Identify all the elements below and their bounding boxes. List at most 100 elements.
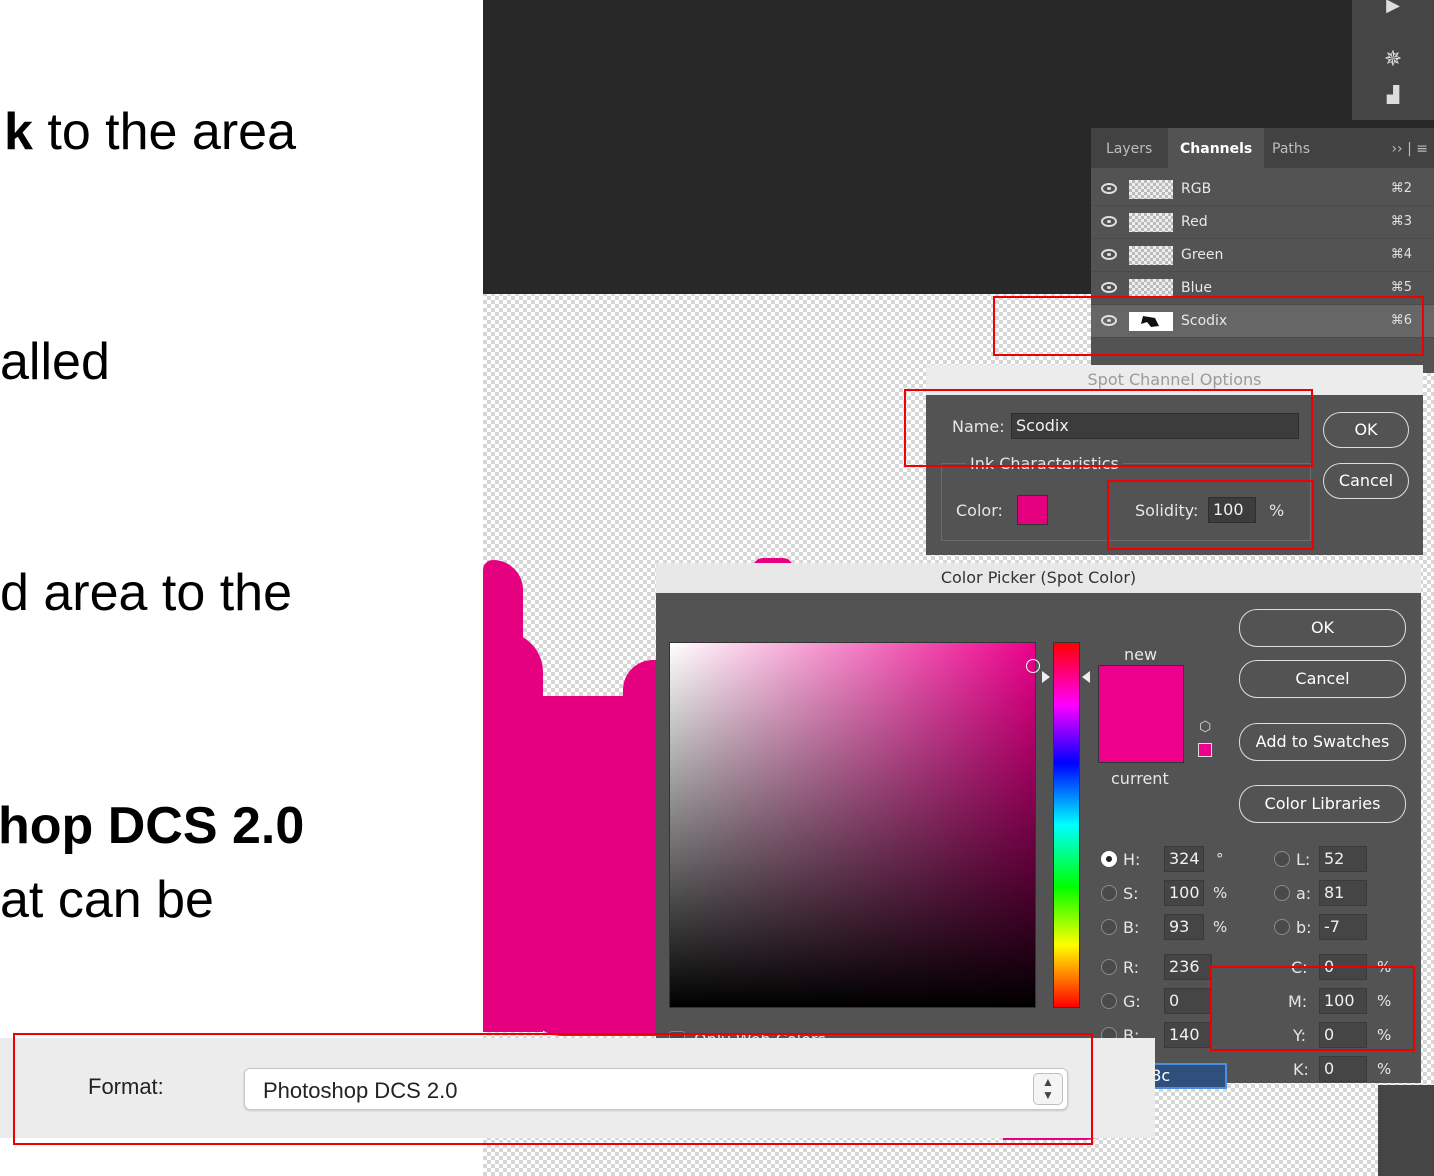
play-icon[interactable]: ▶ [1378, 0, 1408, 14]
channel-row-blue[interactable]: Blue ⌘5 [1091, 272, 1434, 305]
name-label: Name: [952, 417, 1005, 436]
s-label: S: [1123, 884, 1139, 903]
slide-line-1: k to the area [4, 103, 296, 161]
y-field[interactable]: 0 [1319, 1022, 1367, 1048]
solidity-field[interactable]: 100 [1208, 497, 1256, 523]
b-field[interactable]: 93 [1164, 914, 1204, 940]
channel-shortcut: ⌘5 [1390, 280, 1412, 295]
ok-button[interactable]: OK [1323, 412, 1409, 448]
channel-row-red[interactable]: Red ⌘3 [1091, 206, 1434, 239]
c-field[interactable]: 0 [1319, 954, 1367, 980]
new-color-preview [1098, 665, 1184, 763]
channels-panel: Layers Channels Paths ›› | ≡ RGB ⌘2 Red … [1091, 128, 1434, 373]
channel-thumbnail [1129, 246, 1173, 265]
channels-tab-bar: Layers Channels Paths ›› | ≡ [1091, 128, 1434, 168]
radio-r[interactable] [1101, 959, 1117, 975]
slide-line-2: alled [0, 333, 110, 391]
canvas-shape [483, 560, 523, 640]
s-field[interactable]: 100 [1164, 880, 1204, 906]
radio-h[interactable] [1101, 851, 1117, 867]
m-unit: % [1377, 992, 1392, 1010]
hue-slider-right-arrow-icon[interactable] [1082, 671, 1090, 683]
gamut-cube-icon[interactable]: ⬡ [1199, 719, 1211, 735]
eye-icon[interactable] [1101, 183, 1117, 194]
channel-row-green[interactable]: Green ⌘4 [1091, 239, 1434, 272]
add-to-swatches-button[interactable]: Add to Swatches [1239, 723, 1406, 761]
eye-icon[interactable] [1101, 315, 1117, 326]
h-unit: ° [1216, 850, 1224, 868]
c-label: C: [1291, 958, 1308, 977]
channel-thumbnail [1129, 180, 1173, 199]
a-field[interactable]: 81 [1319, 880, 1367, 906]
k-label: K: [1293, 1060, 1309, 1079]
g-label: G: [1123, 992, 1141, 1011]
l-field[interactable]: 52 [1319, 846, 1367, 872]
saturation-brightness-field[interactable] [669, 642, 1036, 1008]
tool-strip-lower [1378, 1085, 1434, 1176]
eye-icon[interactable] [1101, 249, 1117, 260]
channel-shortcut: ⌘6 [1390, 313, 1412, 328]
dialog-title: Spot Channel Options [926, 365, 1423, 395]
format-select[interactable]: Photoshop DCS 2.0 ▲ ▼ [244, 1068, 1068, 1110]
web-safe-swatch-icon[interactable] [1198, 743, 1212, 757]
compass-icon[interactable]: ✵ [1378, 48, 1408, 70]
radio-b[interactable] [1101, 919, 1117, 935]
histogram-icon[interactable]: ▟ [1378, 88, 1408, 104]
radio-g[interactable] [1101, 993, 1117, 1009]
solidity-unit: % [1269, 501, 1285, 520]
lab-b-field[interactable]: -7 [1319, 914, 1367, 940]
radio-a[interactable] [1274, 885, 1290, 901]
channel-name: Green [1181, 247, 1224, 263]
a-label: a: [1296, 884, 1312, 903]
eye-icon[interactable] [1101, 216, 1117, 227]
hue-slider-left-arrow-icon[interactable] [1042, 671, 1050, 683]
radio-l[interactable] [1274, 851, 1290, 867]
s-unit: % [1213, 884, 1228, 902]
radio-lab-b[interactable] [1274, 919, 1290, 935]
tab-paths[interactable]: Paths [1260, 128, 1322, 168]
c-unit: % [1377, 958, 1392, 976]
b-unit: % [1213, 918, 1228, 936]
channel-row-scodix[interactable]: Scodix ⌘6 [1091, 305, 1434, 338]
blue-field[interactable]: 140 [1164, 1022, 1212, 1048]
color-libraries-button[interactable]: Color Libraries [1239, 785, 1406, 823]
cancel-button[interactable]: Cancel [1323, 463, 1409, 499]
hue-slider[interactable] [1053, 642, 1080, 1008]
channel-thumbnail [1129, 213, 1173, 232]
channel-thumbnail [1129, 279, 1173, 298]
m-field[interactable]: 100 [1319, 988, 1367, 1014]
select-stepper-icon[interactable]: ▲ ▼ [1033, 1073, 1063, 1105]
k-field[interactable]: 0 [1319, 1056, 1367, 1082]
b-label: B: [1123, 918, 1140, 937]
tab-channels[interactable]: Channels [1168, 128, 1265, 168]
lab-b-label: b: [1296, 918, 1312, 937]
ink-characteristics-label: Ink Characteristics [966, 454, 1123, 473]
name-field[interactable]: Scodix [1011, 413, 1299, 439]
format-label: Format: [88, 1074, 164, 1099]
cancel-button[interactable]: Cancel [1239, 660, 1406, 698]
slide-line-5: at can be [0, 871, 214, 929]
color-swatch[interactable] [1017, 495, 1048, 525]
radio-s[interactable] [1101, 885, 1117, 901]
color-marker[interactable] [1026, 659, 1040, 673]
channel-name: Blue [1181, 280, 1212, 296]
slide-line-3: d area to the [0, 564, 292, 622]
h-field[interactable]: 324 [1164, 846, 1204, 872]
panel-menu-icon[interactable]: ›› | ≡ [1391, 128, 1428, 168]
current-label: current [1111, 769, 1169, 788]
dialog-title: Color Picker (Spot Color) [656, 563, 1421, 593]
tab-layers[interactable]: Layers [1094, 128, 1164, 168]
r-field[interactable]: 236 [1164, 954, 1212, 980]
h-label: H: [1123, 850, 1141, 869]
r-label: R: [1123, 958, 1140, 977]
channel-row-rgb[interactable]: RGB ⌘2 [1091, 173, 1434, 206]
channel-thumbnail [1129, 312, 1173, 331]
ok-button[interactable]: OK [1239, 609, 1406, 647]
solidity-label: Solidity: [1135, 501, 1199, 520]
channel-name: Red [1181, 214, 1208, 230]
spot-channel-options-dialog: Spot Channel Options Name: Scodix Ink Ch… [926, 365, 1423, 555]
format-dialog: Format: Photoshop DCS 2.0 ▲ ▼ [0, 1038, 1155, 1138]
eye-icon[interactable] [1101, 282, 1117, 293]
y-unit: % [1377, 1026, 1392, 1044]
g-field[interactable]: 0 [1164, 988, 1212, 1014]
